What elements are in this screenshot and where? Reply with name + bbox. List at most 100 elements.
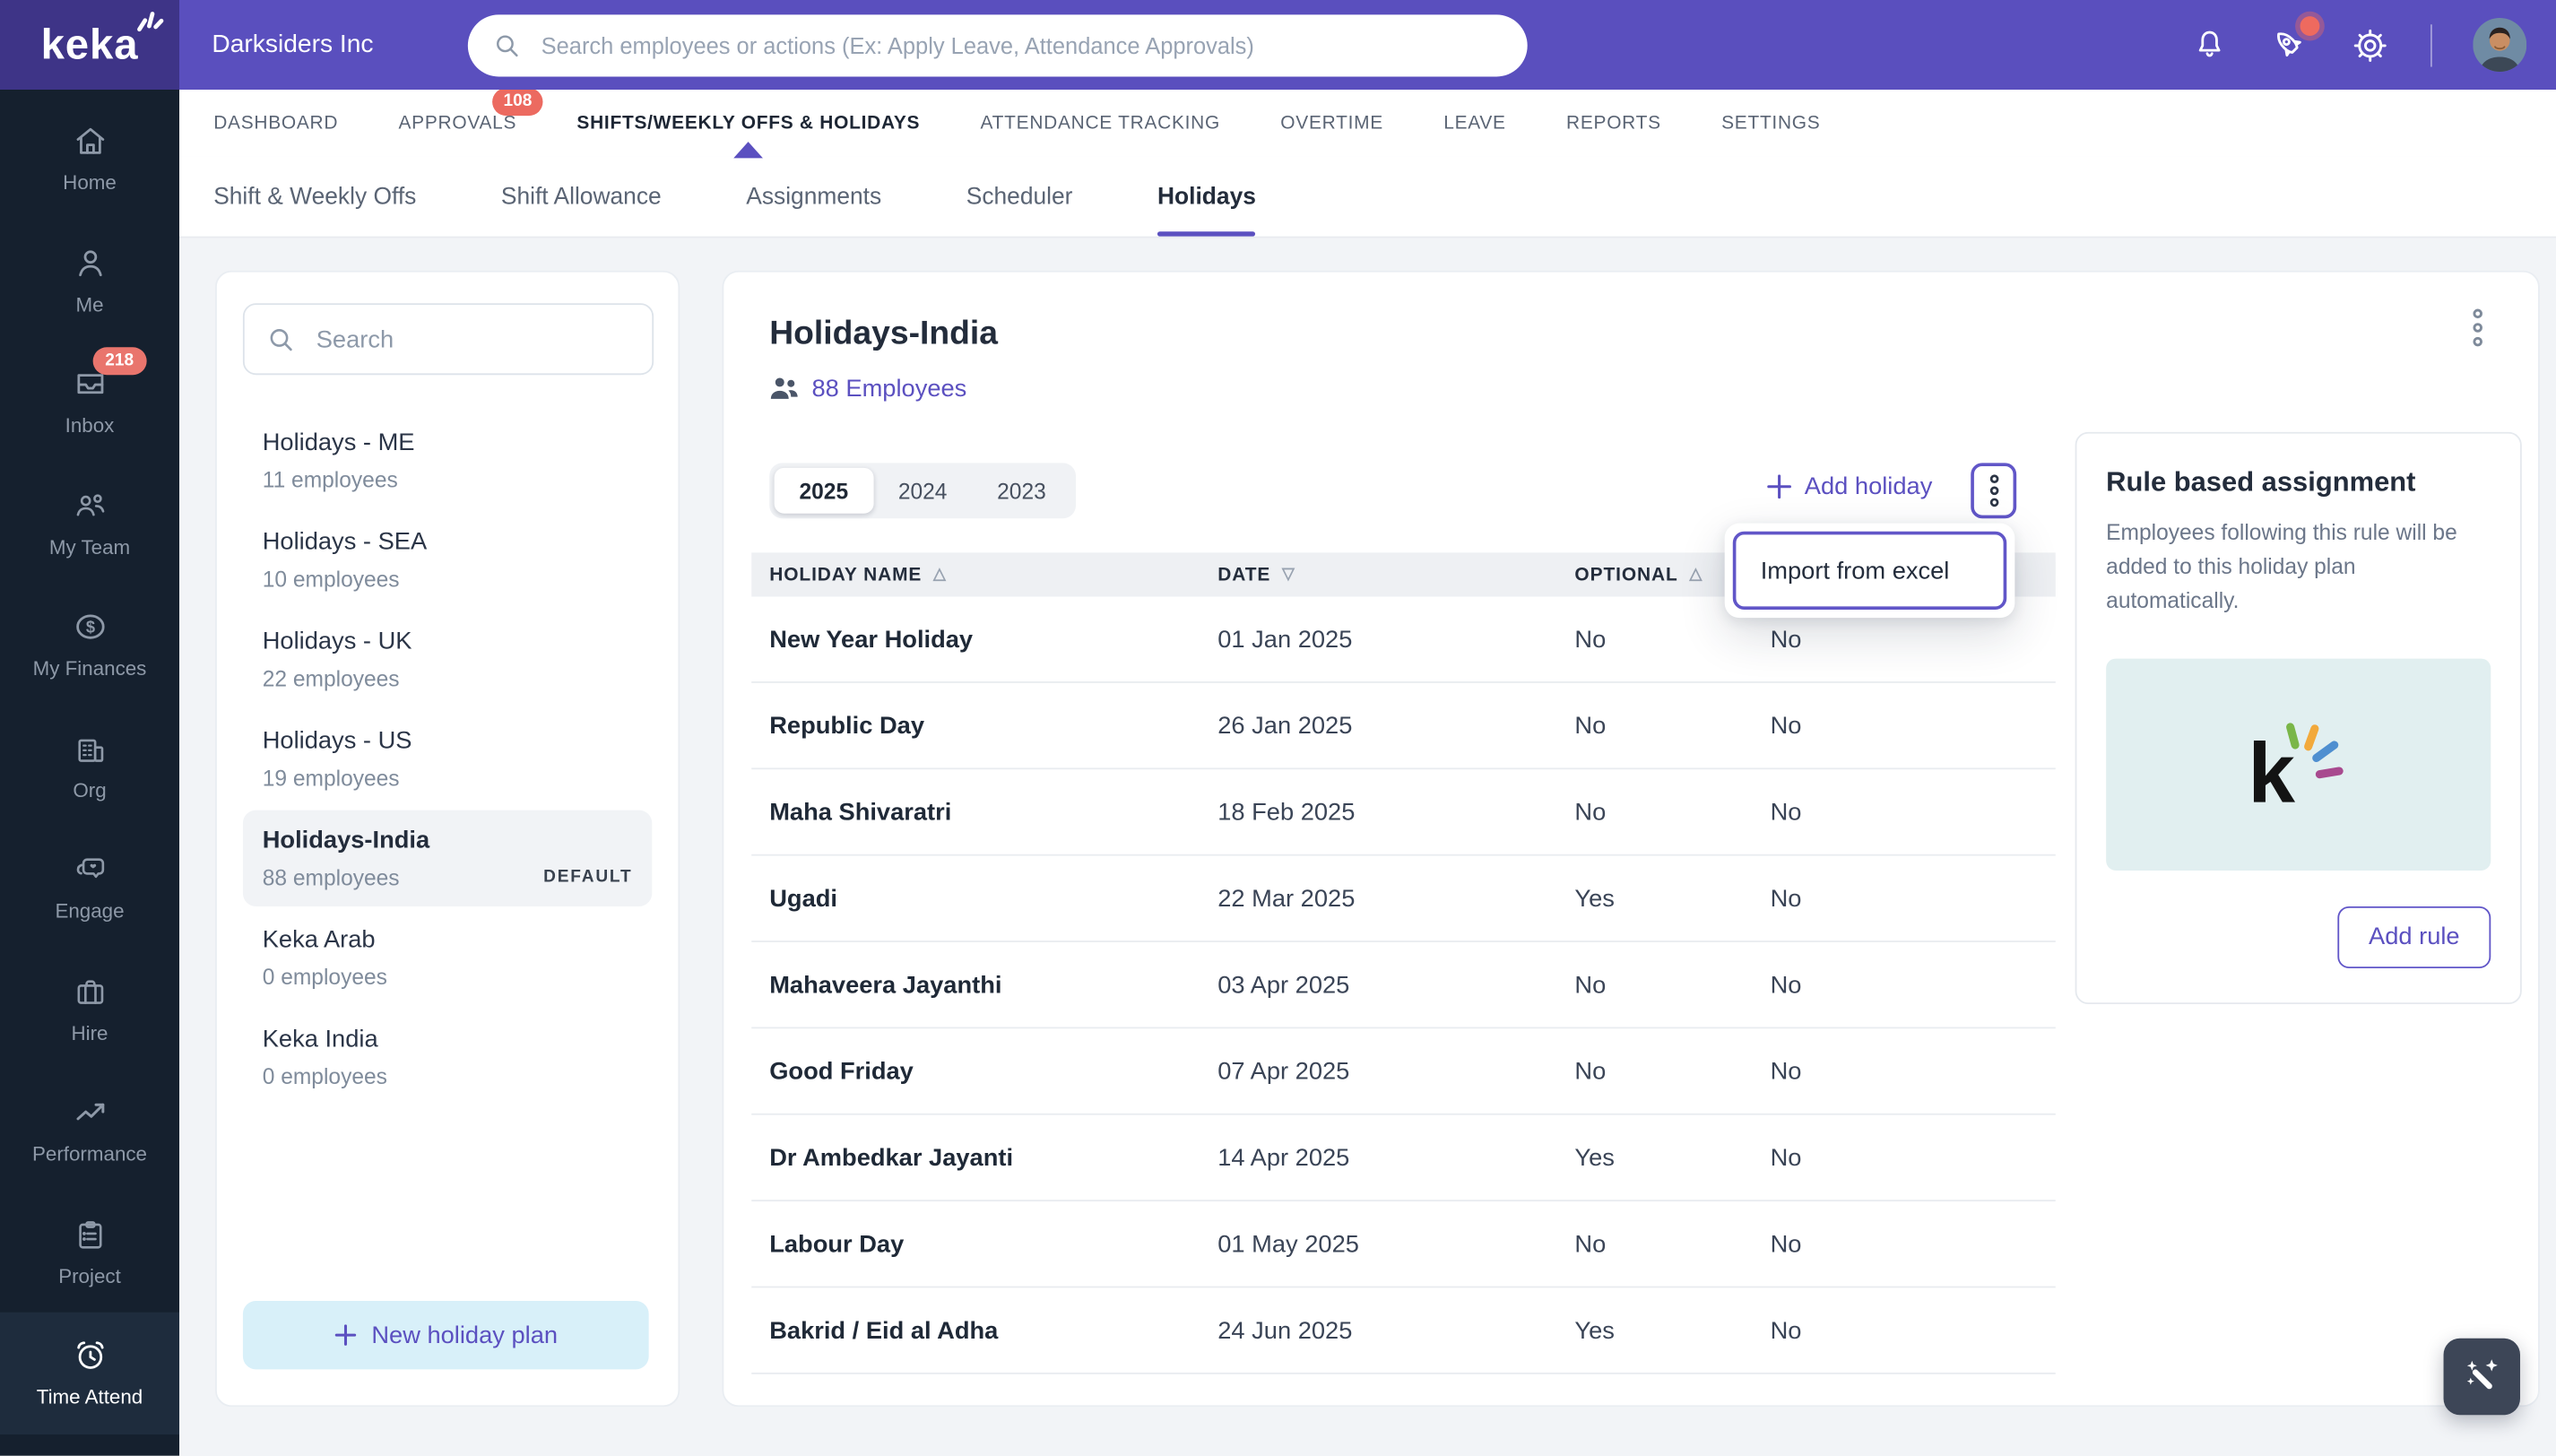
plan-options-kebab-icon[interactable] (2471, 308, 2484, 348)
whats-new-rocket-icon[interactable] (2269, 16, 2320, 65)
search-icon (492, 31, 522, 61)
global-search-input[interactable] (538, 30, 1503, 61)
table-row[interactable]: Ugadi 22 Mar 2025 Yes No (751, 856, 2056, 942)
team-icon (71, 487, 108, 524)
plus-icon (334, 1323, 357, 1346)
table-row[interactable]: Bakrid / Eid al Adha 24 Jun 2025 Yes No (751, 1287, 2056, 1374)
column-header-holiday-name[interactable]: HOLIDAY NAME △ (769, 565, 1217, 585)
sidebar-item-label: Project (58, 1264, 121, 1287)
holiday-actions-menu: Import from excel (1724, 523, 2015, 619)
nav-tab-shifts-weekly-offs-holidays[interactable]: SHIFTS/WEEKLY OFFS & HOLIDAYS (576, 113, 920, 158)
sort-asc-icon: △ (1689, 565, 1703, 584)
nav-tab-dashboard[interactable]: DASHBOARD (213, 113, 338, 133)
table-row[interactable]: Good Friday 07 Apr 2025 No No (751, 1028, 2056, 1115)
sidebar-item-label: Home (63, 171, 117, 195)
inbox-count-badge: 218 (91, 347, 147, 375)
subtab-assignments[interactable]: Assignments (746, 157, 881, 237)
table-row[interactable]: Dr Ambedkar Jayanti 14 Apr 2025 Yes No (751, 1115, 2056, 1202)
notifications-bell-icon[interactable] (2191, 26, 2229, 64)
approvals-count-badge: 108 (492, 87, 543, 116)
nav-tab-leave[interactable]: LEAVE (1443, 113, 1506, 133)
year-tab-2024[interactable]: 2024 (873, 468, 972, 514)
nav-tab-reports[interactable]: REPORTS (1566, 113, 1661, 133)
add-holiday-button[interactable]: Add holiday (1767, 472, 1932, 500)
sidebar-item-label: Performance (31, 1143, 148, 1166)
sidebar-item-label: Engage (55, 900, 125, 923)
home-icon (71, 123, 108, 160)
nav-tab-settings[interactable]: SETTINGS (1721, 113, 1820, 133)
plan-item-holidays-sea[interactable]: Holidays - SEA 10 employees (243, 512, 652, 608)
sidebar-item-label: Time Attend (36, 1385, 143, 1409)
plan-item-keka-arab[interactable]: Keka Arab 0 employees (243, 910, 652, 1006)
assistant-fab[interactable] (2443, 1338, 2520, 1416)
rule-panel-description: Employees following this rule will be ad… (2106, 520, 2457, 613)
holiday-actions-kebab-button[interactable] (1971, 463, 2017, 519)
sidebar-item-label: Inbox (65, 414, 115, 438)
plans-search[interactable] (242, 303, 654, 376)
user-avatar[interactable] (2473, 18, 2527, 73)
plan-item-holidays-uk[interactable]: Holidays - UK 22 employees (243, 611, 652, 707)
plan-item-holidays-me[interactable]: Holidays - ME 11 employees (243, 412, 652, 508)
menu-item-import-from-excel[interactable]: Import from excel (1732, 531, 2007, 611)
plan-item-keka-india[interactable]: Keka India 0 employees (243, 1009, 652, 1105)
sidebar-item-hire[interactable]: Hire (0, 948, 179, 1069)
nav-tab-approvals[interactable]: APPROVALS 108 (398, 87, 543, 133)
page-content: Holidays - ME 11 employees Holidays - SE… (179, 238, 2556, 1456)
nav-tab-overtime[interactable]: OVERTIME (1280, 113, 1383, 133)
add-rule-button[interactable]: Add rule (2337, 906, 2491, 968)
holidays-table: HOLIDAY NAME △ DATE ▽ OPTIONAL △ New Year H… (751, 552, 2056, 1374)
sidebar-item-time-attend[interactable]: Time Attend (0, 1312, 180, 1434)
subtab-holidays[interactable]: Holidays (1157, 157, 1256, 237)
keka-logo-sparks-icon (134, 4, 165, 34)
sidebar-item-engage[interactable]: Engage (0, 827, 179, 948)
alarm-clock-icon (71, 1337, 108, 1374)
plans-search-input[interactable] (313, 323, 631, 355)
sort-asc-icon: △ (933, 565, 947, 584)
subtab-shift-allowance[interactable]: Shift Allowance (501, 157, 662, 237)
sidebar-item-home[interactable]: Home (0, 98, 179, 219)
table-row[interactable]: Republic Day 26 Jan 2025 No No (751, 683, 2056, 770)
global-search[interactable] (467, 14, 1528, 77)
year-tab-2025[interactable]: 2025 (774, 467, 873, 514)
plan-item-holidays-us[interactable]: Holidays - US 19 employees (243, 711, 652, 807)
keka-illustration: k (2106, 658, 2491, 871)
employees-link[interactable]: 88 Employees (769, 375, 966, 403)
svg-text:$: $ (85, 618, 94, 637)
sidebar: Home Me 218 Inbox My Team $ My Finances … (0, 90, 180, 1456)
inbox-icon: 218 (71, 347, 147, 403)
secondary-nav: Shift & Weekly Offs Shift Allowance Assi… (179, 156, 2556, 238)
active-tab-caret-icon (733, 141, 764, 158)
subtab-shift-weekly-offs[interactable]: Shift & Weekly Offs (213, 157, 416, 237)
sidebar-item-project[interactable]: Project (0, 1191, 179, 1312)
holidays-detail-card: Holidays-India 88 Employees 2025 2024 20… (722, 270, 2540, 1408)
table-row[interactable]: Mahaveera Jayanthi 03 Apr 2025 No No (751, 942, 2056, 1029)
user-icon (71, 244, 108, 282)
sidebar-item-me[interactable]: Me (0, 220, 179, 341)
briefcase-icon (71, 973, 108, 1010)
table-row[interactable]: Labour Day 01 May 2025 No No (751, 1201, 2056, 1288)
page-title: Holidays-India (769, 314, 998, 352)
table-row[interactable]: Maha Shivaratri 18 Feb 2025 No No (751, 769, 2056, 856)
new-holiday-plan-button[interactable]: New holiday plan (242, 1300, 649, 1370)
year-tab-2023[interactable]: 2023 (972, 468, 1070, 514)
sidebar-item-my-team[interactable]: My Team (0, 462, 179, 583)
holiday-plans-panel: Holidays - ME 11 employees Holidays - SE… (215, 270, 680, 1408)
plan-item-holidays-india[interactable]: Holidays-India 88 employees DEFAULT (242, 810, 653, 906)
rule-panel-title: Rule based assignment (2106, 466, 2416, 498)
active-subtab-underline (1157, 230, 1256, 237)
subtab-scheduler[interactable]: Scheduler (966, 157, 1073, 237)
sidebar-item-my-finances[interactable]: $ My Finances (0, 584, 179, 705)
default-plan-badge: DEFAULT (543, 867, 633, 888)
sidebar-item-label: My Finances (32, 657, 147, 680)
keka-logo[interactable]: keka (0, 0, 180, 91)
sidebar-item-org[interactable]: Org (0, 705, 179, 826)
rule-based-assignment-panel: Rule based assignment Employees followin… (2075, 431, 2522, 1005)
column-header-date[interactable]: DATE ▽ (1217, 565, 1574, 585)
nav-tab-attendance-tracking[interactable]: ATTENDANCE TRACKING (981, 113, 1220, 133)
sidebar-item-performance[interactable]: Performance (0, 1070, 179, 1191)
sidebar-item-label: My Team (48, 535, 131, 559)
magic-wand-icon (2460, 1355, 2504, 1399)
settings-gear-icon[interactable] (2351, 25, 2390, 65)
sidebar-item-inbox[interactable]: 218 Inbox (0, 341, 179, 462)
year-tab-group: 2025 2024 2023 (769, 463, 1077, 519)
